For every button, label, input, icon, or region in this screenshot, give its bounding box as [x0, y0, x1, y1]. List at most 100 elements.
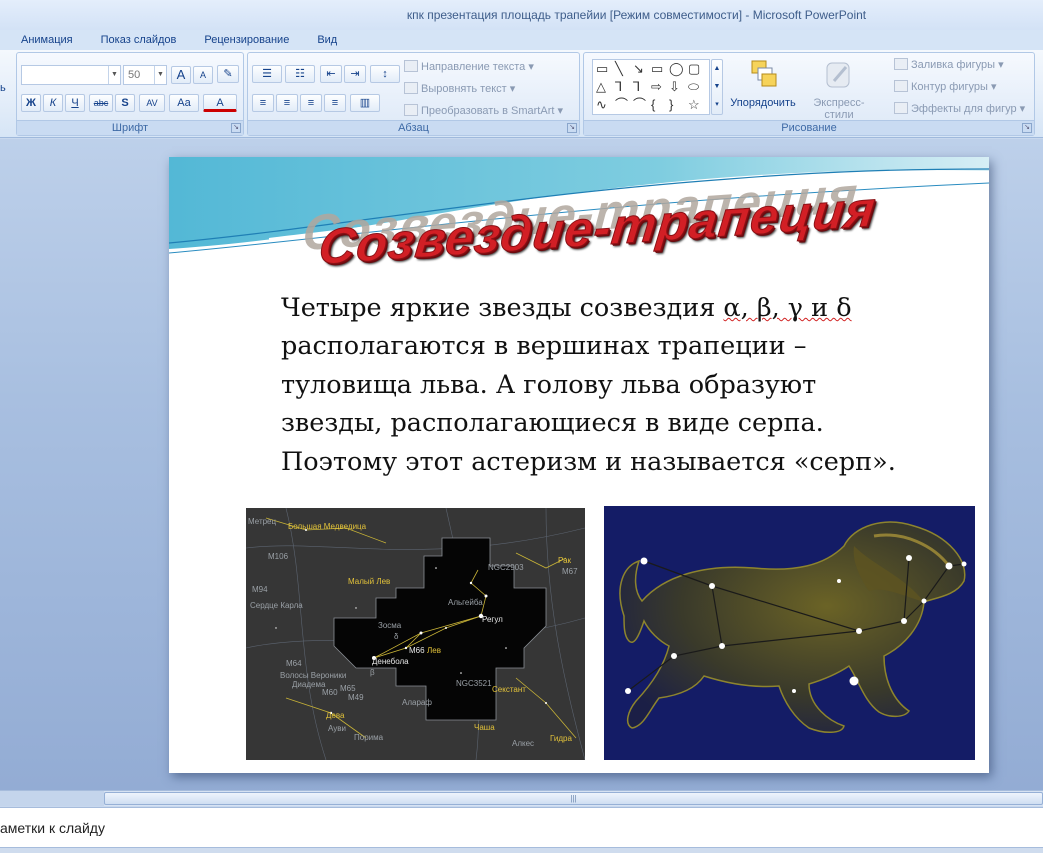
greek-letters: α, β, γ и δ [723, 293, 852, 323]
shrink-font-button[interactable]: A [193, 66, 213, 84]
curve-shape-icon[interactable]: ⌒ [633, 98, 646, 112]
flowchart-shape-icon[interactable]: ⬭ [688, 80, 699, 94]
map-label: Сердце Карла [250, 601, 303, 610]
body-line-1: Четыре яркие звезды созвездия [281, 293, 716, 323]
map-label: Волосы Вероники [280, 671, 347, 680]
strikethrough-button[interactable]: abc [89, 94, 113, 112]
quick-styles-button[interactable]: Экспресс-стили [802, 57, 876, 121]
map-label: Зосма [378, 621, 402, 630]
clear-format-icon[interactable]: ✎ [217, 65, 239, 83]
down-arrow-shape-icon[interactable]: ⇩ [669, 80, 680, 94]
font-size-value: 50 [128, 69, 141, 81]
map-label: NGC3521 [456, 679, 492, 688]
chevron-down-icon[interactable]: ▼ [108, 66, 120, 84]
notes-pane[interactable]: аметки к слайду [0, 807, 1043, 853]
right-brace-shape-icon[interactable]: } [669, 98, 673, 112]
tab-animation[interactable]: Анимация [0, 34, 87, 46]
justify-icon[interactable]: ≡ [324, 94, 346, 112]
decrease-indent-icon[interactable]: ⇤ [320, 65, 342, 83]
align-text-button[interactable]: Выровнять текст ▾ [404, 81, 515, 97]
map-label: M67 [562, 567, 578, 576]
quick-styles-icon [826, 62, 850, 88]
chevron-down-icon[interactable]: ▼ [154, 66, 166, 84]
text-direction-button[interactable]: Направление текста ▾ [404, 59, 534, 75]
font-name-combo[interactable]: ▼ [21, 65, 121, 85]
map-label: M94 [252, 585, 268, 594]
rectangle-shape-icon[interactable]: ▭ [651, 62, 663, 76]
change-case-button[interactable]: Aa [169, 94, 199, 112]
arrow-line-shape-icon[interactable]: ↘ [633, 62, 644, 76]
paragraph-group: ☰ ☷ ⇤ ⇥ ↕ ≡ ≡ ≡ ≡ ▥ Направление текста ▾… [247, 52, 580, 136]
triangle-shape-icon[interactable]: △ [596, 80, 606, 94]
line-spacing-icon[interactable]: ↕ [370, 65, 400, 83]
map-label: M66 [409, 646, 425, 655]
map-label: Денебола [372, 657, 409, 666]
shape-outline-button[interactable]: Контур фигуры ▾ [894, 79, 997, 95]
leo-lion-illustration-image[interactable] [604, 506, 975, 760]
grow-font-button[interactable]: A [171, 66, 191, 84]
arc-shape-icon[interactable]: ⌒ [615, 98, 628, 112]
map-label: NGC2903 [488, 563, 524, 572]
shape-effects-button[interactable]: Эффекты для фигур ▾ [894, 101, 1025, 117]
increase-indent-icon[interactable]: ⇥ [344, 65, 366, 83]
shadow-button[interactable]: S [115, 94, 135, 112]
dialog-launcher-icon[interactable]: ↘ [231, 123, 241, 133]
map-label: Гидра [550, 734, 572, 743]
arrange-button[interactable]: Упорядочить [726, 57, 800, 115]
slide-body-text[interactable]: Четыре яркие звезды созвездия α, β, γ и … [281, 289, 971, 481]
dialog-launcher-icon[interactable]: ↘ [1022, 123, 1032, 133]
map-label: M60 [322, 688, 338, 697]
shapes-gallery[interactable]: ▭ ╲ ↘ ▭ ◯ ▢ △ ⅂ ⅂ ⇨ ⇩ ⬭ ∿ ⌒ ⌒ { } ☆ [592, 59, 710, 115]
window-title: кпк презентация площадь трапейии [Режим … [406, 8, 867, 22]
map-label: δ [394, 632, 399, 641]
line-shape-icon[interactable]: ╲ [615, 62, 623, 76]
columns-icon[interactable]: ▥ [350, 94, 380, 112]
arrange-label: Упорядочить [730, 97, 796, 109]
font-size-combo[interactable]: 50 ▼ [123, 65, 167, 85]
leo-star-map-image[interactable]: Метрец Большая Медведица M106 M94 Сердце… [246, 508, 585, 760]
elbow-connector-icon[interactable]: ⅂ [615, 80, 622, 94]
numbering-icon[interactable]: ☷ [285, 65, 315, 83]
shape-fill-button[interactable]: Заливка фигуры ▾ [894, 57, 1004, 73]
dialog-launcher-icon[interactable]: ↘ [567, 123, 577, 133]
bold-button[interactable]: Ж [21, 94, 41, 112]
bullets-icon[interactable]: ☰ [252, 65, 282, 83]
map-label: Секстант [492, 685, 526, 694]
horizontal-scrollbar[interactable]: ||| [0, 790, 1043, 806]
tab-view[interactable]: Вид [303, 34, 351, 46]
slide[interactable]: Созвездие-трапеция Созвездие-трапеция Че… [169, 157, 989, 773]
smartart-icon [404, 104, 418, 116]
map-label: Лев [427, 646, 441, 655]
align-center-icon[interactable]: ≡ [276, 94, 298, 112]
rounded-rect-shape-icon[interactable]: ▢ [688, 62, 700, 76]
map-label: Рак [558, 556, 572, 565]
scrollbar-thumb[interactable]: ||| [104, 792, 1043, 805]
convert-smartart-button[interactable]: Преобразовать в SmartArt ▾ [404, 103, 563, 119]
tab-review[interactable]: Рецензирование [190, 34, 303, 46]
body-line-5: Поэтому этот астеризм и называется «серп… [281, 446, 896, 477]
star-shape-icon[interactable]: ☆ [688, 98, 700, 112]
notes-placeholder[interactable]: аметки к слайду [0, 820, 105, 836]
char-spacing-button[interactable]: AV [139, 94, 165, 112]
font-color-button[interactable]: A [203, 94, 237, 112]
scrollbar-left-area [0, 791, 104, 806]
tab-slideshow[interactable]: Показ слайдов [87, 34, 191, 46]
map-label: Малый Лев [348, 577, 391, 586]
map-label: Диадема [292, 680, 326, 689]
align-left-icon[interactable]: ≡ [252, 94, 274, 112]
pen-outline-icon [894, 80, 908, 92]
map-label: Чаша [474, 723, 495, 732]
map-label: Большая Медведица [288, 522, 367, 531]
elbow-arrow-icon[interactable]: ⅂ [633, 80, 640, 94]
textbox-shape-icon[interactable]: ▭ [596, 62, 608, 76]
left-brace-shape-icon[interactable]: { [651, 98, 655, 112]
underline-button[interactable]: Ч [65, 94, 85, 112]
map-label: β [370, 668, 375, 677]
freeform-shape-icon[interactable]: ∿ [596, 98, 607, 112]
shapes-scroll-icon[interactable]: ▲ ▼ ▾ [711, 59, 723, 115]
align-right-icon[interactable]: ≡ [300, 94, 322, 112]
italic-button[interactable]: К [43, 94, 63, 112]
oval-shape-icon[interactable]: ◯ [669, 62, 684, 76]
map-label: Порима [354, 733, 384, 742]
right-arrow-shape-icon[interactable]: ⇨ [651, 80, 662, 94]
